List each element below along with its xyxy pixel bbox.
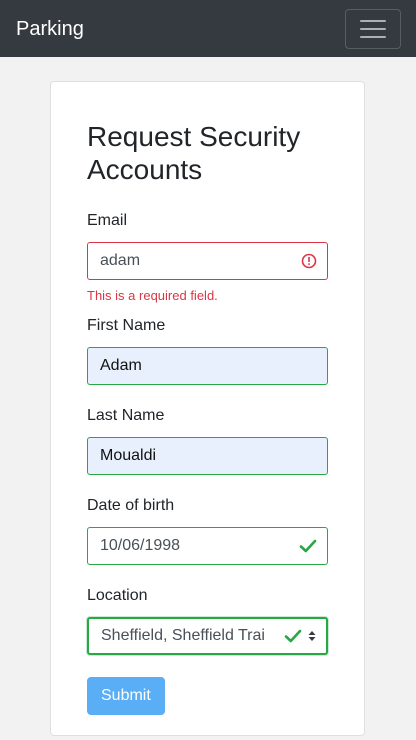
- first-name-group: First Name Adam: [87, 317, 328, 385]
- first-name-value: Adam: [100, 357, 142, 374]
- check-icon: [299, 538, 317, 554]
- location-group: Location Sheffield, Sheffield Train Stat…: [87, 587, 328, 655]
- first-name-field[interactable]: Adam: [87, 347, 328, 385]
- form-card: Request Security Accounts Email adam Thi…: [50, 81, 365, 736]
- last-name-field[interactable]: Moualdi: [87, 437, 328, 475]
- select-indicators: [280, 628, 316, 644]
- select-arrows-icon: [308, 631, 316, 641]
- menu-bar: [360, 27, 386, 30]
- last-name-value: Moualdi: [100, 447, 157, 464]
- email-group: Email adam This is a required field.: [87, 212, 328, 303]
- email-value: adam: [100, 252, 141, 269]
- last-name-group: Last Name Moualdi: [87, 407, 328, 475]
- submit-button[interactable]: Submit: [87, 677, 165, 715]
- error-circle-icon: [301, 253, 317, 269]
- email-label: Email: [87, 212, 128, 229]
- location-select[interactable]: Sheffield, Sheffield Train Station: [87, 617, 328, 655]
- last-name-label: Last Name: [87, 407, 165, 424]
- email-field[interactable]: adam: [87, 242, 328, 280]
- menu-bar: [360, 19, 386, 22]
- first-name-label: First Name: [87, 317, 166, 334]
- navbar-brand[interactable]: Parking: [16, 19, 84, 39]
- dob-group: Date of birth 10/06/1998: [87, 497, 328, 565]
- dob-value: 10/06/1998: [100, 537, 181, 554]
- location-value: Sheffield, Sheffield Train Station: [101, 627, 266, 644]
- hamburger-menu-icon[interactable]: [345, 8, 401, 49]
- email-error-message: This is a required field.: [87, 288, 218, 303]
- navbar: Parking: [0, 0, 416, 57]
- dob-label: Date of birth: [87, 497, 175, 514]
- location-label: Location: [87, 587, 148, 604]
- dob-field[interactable]: 10/06/1998: [87, 527, 328, 565]
- check-icon: [284, 629, 302, 643]
- page-title: Request Security Accounts: [87, 121, 301, 185]
- menu-bar: [360, 35, 386, 38]
